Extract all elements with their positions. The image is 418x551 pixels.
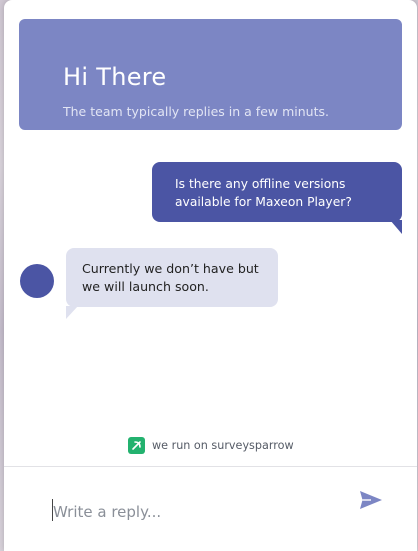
composer-divider	[4, 466, 417, 467]
header-title: Hi There	[63, 63, 167, 91]
send-button[interactable]	[358, 488, 384, 512]
surveysparrow-logo-icon	[128, 436, 145, 454]
incoming-message-text: Currently we don’t have but we will laun…	[82, 261, 259, 294]
chat-header: Hi There The team typically replies in a…	[19, 19, 402, 130]
outgoing-message-text: Is there any offline versions available …	[175, 177, 352, 209]
reply-input[interactable]	[51, 500, 343, 524]
incoming-message-bubble: Currently we don’t have but we will laun…	[66, 248, 278, 319]
header-subtitle: The team typically replies in a few minu…	[63, 104, 329, 119]
bubble-tail	[390, 220, 402, 234]
bubble-tail	[66, 306, 78, 319]
agent-avatar	[20, 264, 54, 298]
branding-link[interactable]: we run on surveysparrow	[128, 436, 294, 454]
outgoing-message-bubble: Is there any offline versions available …	[152, 162, 402, 234]
send-icon	[360, 491, 382, 509]
chat-widget: Hi There The team typically replies in a…	[4, 0, 417, 551]
branding-text: we run on surveysparrow	[152, 438, 294, 452]
text-cursor	[52, 499, 53, 521]
